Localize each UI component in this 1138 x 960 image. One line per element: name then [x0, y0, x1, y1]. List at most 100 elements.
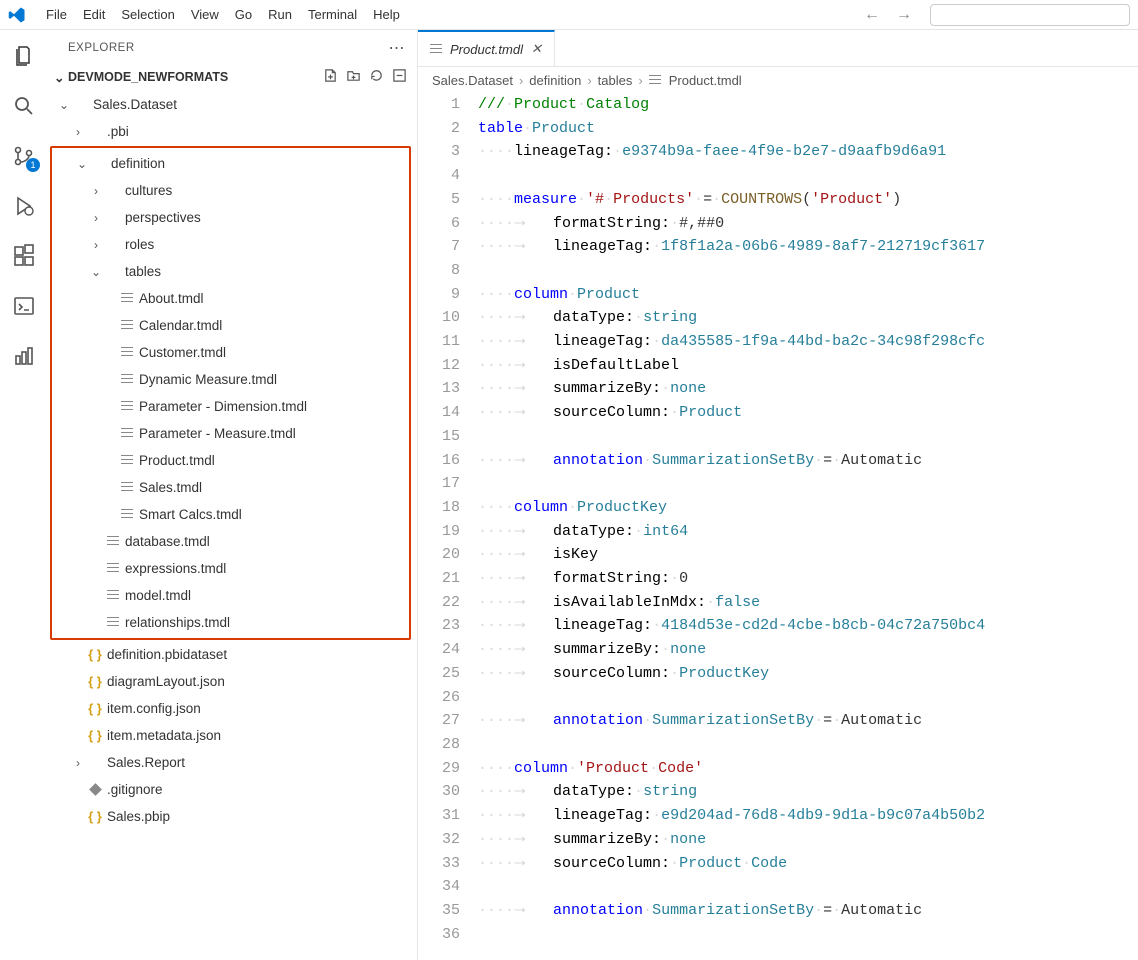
activity-extensions[interactable]	[10, 242, 38, 270]
nav-back-icon[interactable]: ←	[864, 6, 880, 24]
breadcrumb-item[interactable]: Sales.Dataset	[432, 73, 513, 88]
tree-folder-definition[interactable]: ⌄ definition	[52, 150, 409, 177]
tree-folder[interactable]: ›Sales.Report	[48, 749, 417, 776]
chevron-icon: ›	[88, 211, 104, 225]
activity-run-debug[interactable]	[10, 192, 38, 220]
tree-file[interactable]: Sales.tmdl	[52, 474, 409, 501]
tree-folder[interactable]: ⌄ tables	[52, 258, 409, 285]
menu-terminal[interactable]: Terminal	[300, 7, 365, 22]
command-palette-input[interactable]	[930, 4, 1130, 26]
breadcrumbs[interactable]: Sales.Dataset › definition › tables › Pr…	[418, 67, 1138, 93]
nav-forward-icon[interactable]: →	[896, 6, 912, 24]
activity-source-control[interactable]: 1	[10, 142, 38, 170]
tree-file[interactable]: { }diagramLayout.json	[48, 668, 417, 695]
line-gutter: 1234567891011121314151617181920212223242…	[418, 93, 478, 960]
tree-file[interactable]: About.tmdl	[52, 285, 409, 312]
tree-file[interactable]: database.tmdl	[52, 528, 409, 555]
tree-label: Sales.pbip	[107, 809, 170, 824]
menubar: FileEditSelectionViewGoRunTerminalHelp ←…	[0, 0, 1138, 30]
menu-selection[interactable]: Selection	[113, 7, 182, 22]
tabs-bar: Product.tmdl ✕	[418, 30, 1138, 67]
activity-explorer[interactable]	[10, 42, 38, 70]
tree-file[interactable]: .gitignore	[48, 776, 417, 803]
file-icon	[649, 73, 661, 88]
chevron-icon: ⌄	[56, 98, 72, 112]
menu-run[interactable]: Run	[260, 7, 300, 22]
tree-label: diagramLayout.json	[107, 674, 225, 689]
new-file-icon[interactable]	[323, 68, 338, 86]
chevron-down-icon: ⌄	[54, 70, 64, 85]
collapse-icon[interactable]	[392, 68, 407, 86]
tree-file[interactable]: Calendar.tmdl	[52, 312, 409, 339]
tree-label: definition.pbidataset	[107, 647, 227, 662]
breadcrumb-item[interactable]: tables	[598, 73, 633, 88]
file-type-icon: { }	[86, 647, 104, 662]
code-editor[interactable]: 1234567891011121314151617181920212223242…	[418, 93, 1138, 960]
project-name: DEVMODE_NEWFORMATS	[68, 70, 228, 84]
file-type-icon	[118, 399, 136, 414]
tree-label: item.metadata.json	[107, 728, 221, 743]
tree-label: expressions.tmdl	[125, 561, 226, 576]
file-type-icon	[118, 480, 136, 495]
tree-label: Dynamic Measure.tmdl	[139, 372, 277, 387]
tree-file[interactable]: { }Sales.pbip	[48, 803, 417, 830]
tree-file[interactable]: { }definition.pbidataset	[48, 641, 417, 668]
tree-root[interactable]: ⌄ Sales.Dataset	[48, 91, 417, 118]
menu-edit[interactable]: Edit	[75, 7, 113, 22]
tree-file[interactable]: Product.tmdl	[52, 447, 409, 474]
tree-folder[interactable]: ›cultures	[52, 177, 409, 204]
chevron-icon: ⌄	[74, 157, 90, 171]
file-type-icon	[104, 615, 122, 630]
close-icon[interactable]: ✕	[531, 41, 542, 57]
menu-file[interactable]: File	[38, 7, 75, 22]
new-folder-icon[interactable]	[346, 68, 361, 86]
tree-file[interactable]: Parameter - Dimension.tmdl	[52, 393, 409, 420]
tree-file[interactable]: expressions.tmdl	[52, 555, 409, 582]
tree-file[interactable]: { }item.config.json	[48, 695, 417, 722]
tree-file[interactable]: relationships.tmdl	[52, 609, 409, 636]
menu-help[interactable]: Help	[365, 7, 408, 22]
tree-file[interactable]: Customer.tmdl	[52, 339, 409, 366]
chevron-right-icon: ›	[638, 73, 642, 88]
tree-label: perspectives	[125, 210, 201, 225]
scm-badge: 1	[26, 158, 40, 172]
tree-file[interactable]: Dynamic Measure.tmdl	[52, 366, 409, 393]
file-type-icon	[118, 345, 136, 360]
tree-file[interactable]: Parameter - Measure.tmdl	[52, 420, 409, 447]
chevron-icon: ⌄	[88, 265, 104, 279]
file-type-icon	[118, 372, 136, 387]
sidebar-more-icon[interactable]: ⋯	[389, 38, 406, 58]
tree-label: Parameter - Measure.tmdl	[139, 426, 296, 441]
tree-file[interactable]: Smart Calcs.tmdl	[52, 501, 409, 528]
file-type-icon: { }	[86, 701, 104, 716]
tree-label: definition	[111, 156, 165, 171]
breadcrumb-item[interactable]: definition	[529, 73, 581, 88]
tree-label: Smart Calcs.tmdl	[139, 507, 242, 522]
vscode-icon	[8, 6, 26, 24]
tree-folder[interactable]: ›.pbi	[48, 118, 417, 145]
activitybar: 1	[0, 30, 48, 960]
sidebar-title: EXPLORER	[68, 42, 135, 54]
tab-product-tmdl[interactable]: Product.tmdl ✕	[418, 30, 555, 66]
breadcrumb-item[interactable]: Product.tmdl	[669, 73, 742, 88]
file-tree: ⌄Sales.Dataset›.pbi⌄definition›cultures›…	[48, 89, 417, 960]
tree-folder[interactable]: › perspectives	[52, 204, 409, 231]
code-content[interactable]: ///·Product·Catalogtable·Product····line…	[478, 93, 1138, 960]
tree-label: Sales.Dataset	[93, 97, 177, 112]
project-header[interactable]: ⌄ DEVMODE_NEWFORMATS	[48, 65, 417, 89]
menu-go[interactable]: Go	[227, 7, 260, 22]
activity-powerbi[interactable]	[10, 342, 38, 370]
tree-label: tables	[125, 264, 161, 279]
file-type-icon	[118, 318, 136, 333]
activity-terminal[interactable]	[10, 292, 38, 320]
tree-label: .pbi	[107, 124, 129, 139]
activity-search[interactable]	[10, 92, 38, 120]
tree-file[interactable]: { }item.metadata.json	[48, 722, 417, 749]
chevron-right-icon: ›	[519, 73, 523, 88]
tree-folder[interactable]: ›roles	[52, 231, 409, 258]
chevron-icon: ›	[88, 184, 104, 198]
tree-file[interactable]: model.tmdl	[52, 582, 409, 609]
refresh-icon[interactable]	[369, 68, 384, 86]
file-icon	[430, 42, 442, 57]
menu-view[interactable]: View	[183, 7, 227, 22]
